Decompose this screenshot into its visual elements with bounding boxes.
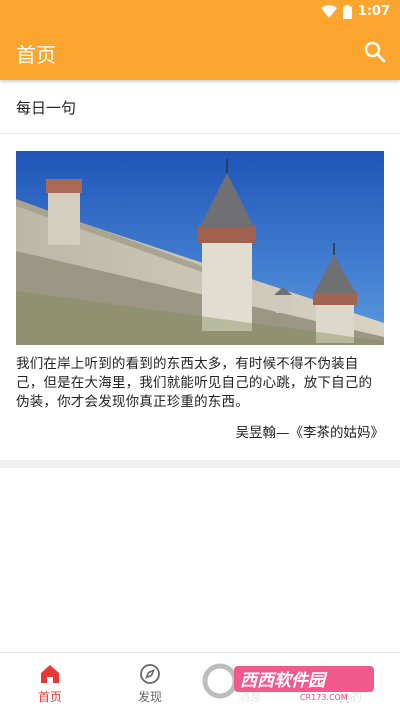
- nav-label-discover: 发现: [137, 690, 162, 704]
- home-icon: [41, 665, 59, 683]
- status-bar: 1:07: [0, 0, 400, 25]
- nav-label-home: 首页: [37, 690, 62, 704]
- watermark-sub-text: CR173.COM: [300, 693, 348, 702]
- quote-source: 吴昱翰—《李茶的姑妈》: [235, 425, 385, 441]
- watermark-main-text: 西西软件园: [240, 671, 328, 691]
- compass-icon: [140, 664, 160, 684]
- quote-text: 我们在岸上听到的看到的东西太多，有时候不得不伪装自己，但是在大海里，我们就能听见…: [16, 356, 373, 410]
- page-title: 首页: [16, 43, 56, 67]
- section-divider: [0, 460, 400, 468]
- app-bar: 首页: [0, 25, 400, 80]
- search-button[interactable]: [362, 39, 388, 65]
- nav-item-discover[interactable]: 发现: [100, 653, 200, 710]
- wifi-icon: [320, 5, 337, 18]
- status-time: 1:07: [357, 4, 390, 19]
- battery-icon: [342, 4, 352, 19]
- watermark-logo: 西西软件园 CR173.COM: [200, 660, 382, 702]
- section-title: 每日一句: [16, 99, 77, 117]
- daily-quote-card[interactable]: 我们在岸上听到的看到的东西太多，有时候不得不伪装自己，但是在大海里，我们就能听见…: [0, 135, 400, 460]
- section-header: 每日一句: [0, 82, 400, 134]
- nav-item-home[interactable]: 首页: [0, 653, 100, 710]
- status-icons: 1:07: [320, 4, 390, 19]
- castle-photo: [16, 151, 384, 345]
- search-icon: [364, 41, 386, 63]
